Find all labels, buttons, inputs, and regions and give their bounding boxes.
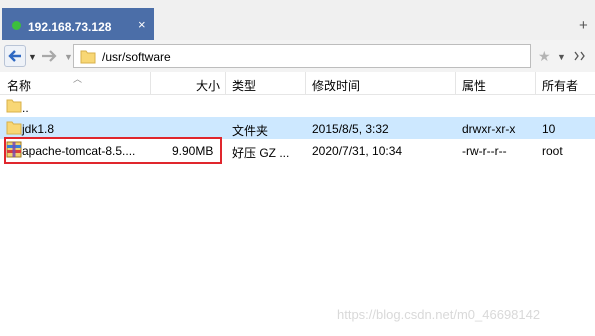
navigation-toolbar: ▼ ▼ /usr/software ★ ▼ (0, 40, 595, 72)
sort-indicator-icon: ︿ (73, 74, 83, 84)
annotation-highlight-box (4, 137, 222, 164)
file-modified: 2020/7/31, 10:34 (312, 144, 403, 158)
folder-icon (80, 50, 96, 64)
new-tab-icon[interactable]: + (579, 17, 588, 34)
column-header-attributes[interactable]: 属性 (462, 77, 486, 94)
column-header-modified[interactable]: 修改时间 (312, 77, 360, 94)
column-header-name[interactable]: 名称 (7, 77, 31, 94)
path-bar[interactable]: /usr/software (73, 44, 531, 68)
column-header-owner[interactable]: 所有者 (542, 77, 578, 94)
list-item-parent[interactable]: .. (0, 95, 595, 117)
list-item-jdk[interactable]: jdk1.8 文件夹 2015/8/5, 3:32 drwxr-xr-x 10 (0, 117, 595, 139)
bookmark-star-icon[interactable]: ★ (538, 48, 551, 65)
back-history-dropdown-icon[interactable]: ▼ (28, 52, 37, 62)
file-list-header: ︿ 名称 大小 类型 修改时间 属性 所有者 (0, 72, 595, 95)
tab-strip: 192.168.73.128 × + (0, 0, 595, 40)
file-attributes: drwxr-xr-x (462, 122, 516, 136)
file-name: .. (22, 101, 29, 115)
column-header-type[interactable]: 类型 (232, 77, 256, 94)
file-type: 好压 GZ ... (232, 146, 290, 160)
arrow-left-icon (8, 50, 21, 62)
folder-icon (6, 99, 22, 113)
file-attributes: -rw-r--r-- (462, 144, 507, 158)
back-button[interactable] (4, 45, 26, 67)
column-header-size[interactable]: 大小 (196, 77, 220, 94)
file-owner: 10 (542, 122, 556, 136)
watermark-text: https://blog.csdn.net/m0_46698142 (337, 307, 541, 322)
forward-button[interactable] (40, 48, 58, 64)
tab-title: 192.168.73.128 (28, 20, 112, 34)
file-modified: 2015/8/5, 3:32 (312, 122, 389, 136)
session-tab[interactable]: 192.168.73.128 × (2, 8, 154, 40)
folder-icon (6, 121, 22, 135)
toolbar-overflow-icon[interactable] (573, 51, 587, 61)
forward-history-dropdown-icon[interactable]: ▼ (64, 52, 73, 62)
close-tab-icon[interactable]: × (138, 18, 146, 32)
file-name: jdk1.8 (22, 122, 55, 136)
file-type: 文件夹 (232, 124, 269, 138)
bookmark-dropdown-icon[interactable]: ▼ (557, 52, 566, 62)
path-text: /usr/software (102, 50, 171, 64)
connected-status-icon (12, 21, 21, 30)
file-owner: root (542, 144, 563, 158)
